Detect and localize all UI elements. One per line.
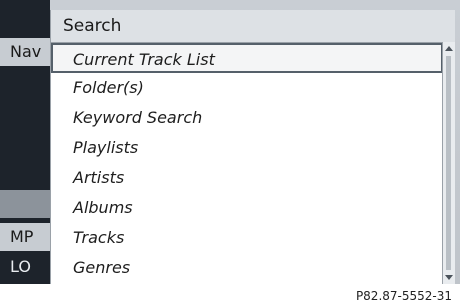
list-item-tracks[interactable]: Tracks bbox=[51, 223, 443, 253]
left-menu-strip: Nav MP LO bbox=[0, 0, 50, 284]
left-item-mp[interactable]: MP bbox=[0, 223, 50, 251]
left-item-lo[interactable]: LO bbox=[0, 253, 50, 281]
list-scrollbar[interactable] bbox=[442, 42, 455, 284]
left-item-nav[interactable]: Nav bbox=[0, 38, 50, 66]
list-item-current-track-list[interactable]: Current Track List bbox=[51, 43, 443, 73]
scroll-thumb[interactable] bbox=[446, 56, 451, 270]
left-item-spacer bbox=[0, 190, 50, 218]
list-item-artists[interactable]: Artists bbox=[51, 163, 443, 193]
scroll-up-icon[interactable] bbox=[445, 46, 453, 51]
list-item-keyword-search[interactable]: Keyword Search bbox=[51, 103, 443, 133]
search-popup: Search Current Track List Folder(s) Keyw… bbox=[50, 10, 455, 285]
list-item-playlists[interactable]: Playlists bbox=[51, 133, 443, 163]
search-options-list: Current Track List Folder(s) Keyword Sea… bbox=[51, 42, 443, 285]
list-item-albums[interactable]: Albums bbox=[51, 193, 443, 223]
list-item-folders[interactable]: Folder(s) bbox=[51, 73, 443, 103]
popup-title: Search bbox=[63, 16, 122, 36]
scroll-down-icon[interactable] bbox=[445, 275, 453, 280]
figure-reference-code: P82.87-5552-31 bbox=[355, 289, 452, 303]
list-item-genres[interactable]: Genres bbox=[51, 253, 443, 283]
